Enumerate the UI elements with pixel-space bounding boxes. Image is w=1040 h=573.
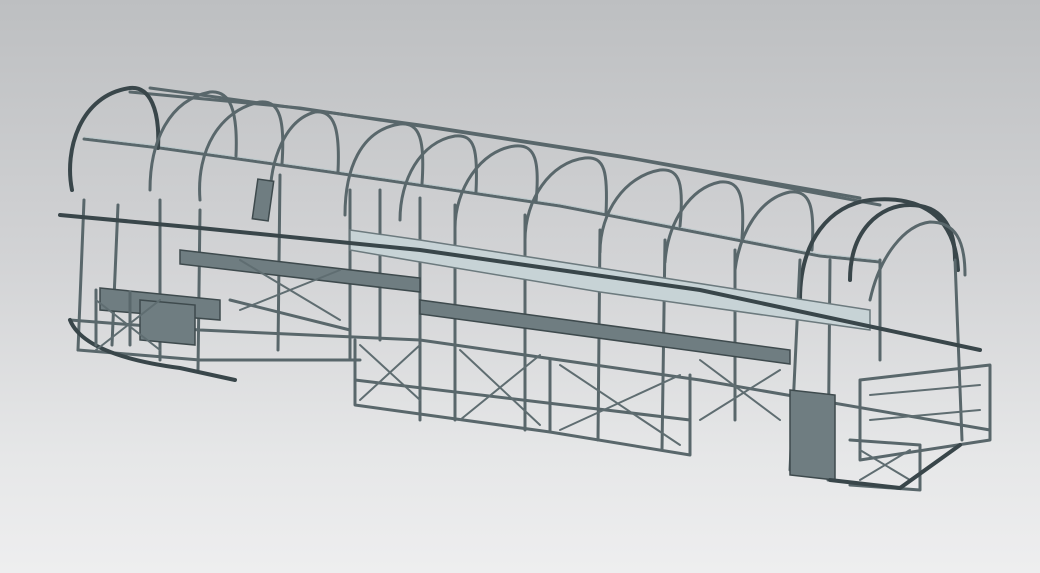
bus-frame-model[interactable] bbox=[0, 0, 1040, 573]
front-end-structure bbox=[68, 178, 275, 382]
cad-viewport[interactable] bbox=[0, 0, 1040, 573]
roof-rails bbox=[82, 86, 882, 264]
